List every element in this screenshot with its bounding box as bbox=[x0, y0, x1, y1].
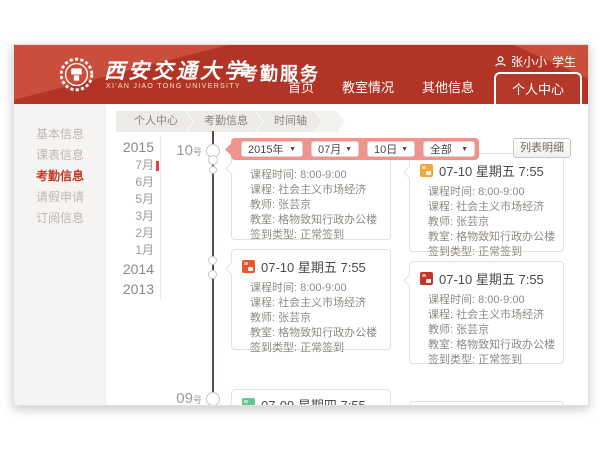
breadcrumb-personal-center[interactable]: 个人中心 bbox=[116, 111, 193, 132]
app-window: 西安交通大学 XI'AN JIAO TONG UNIVERSITY 考勤服务 张… bbox=[13, 44, 589, 406]
user-icon bbox=[495, 56, 506, 67]
sidebar: 基本信息 课表信息 考勤信息 请假申请 订阅信息 bbox=[14, 104, 106, 405]
user-role: 学生 bbox=[552, 53, 576, 70]
card-field-course-time: 课程时间: 8:00-9:00 bbox=[428, 293, 553, 308]
signin-status-icon bbox=[420, 164, 433, 177]
year-item-2014[interactable]: 2014 bbox=[118, 259, 154, 279]
user-menu[interactable]: 张小小 学生 bbox=[495, 53, 576, 70]
sidebar-item-basic-info[interactable]: 基本信息 bbox=[14, 124, 106, 145]
month-select[interactable]: 07月 ▼ bbox=[311, 141, 359, 157]
month-item-jul[interactable]: 7月 bbox=[118, 157, 154, 174]
timeline-node bbox=[208, 270, 217, 279]
timeline-node bbox=[208, 155, 218, 165]
nav-classrooms[interactable]: 教室情况 bbox=[328, 77, 408, 96]
attendance-card: 07-10 星期五 7:55 课程时间: 8:00-9:00 课程: 社会主义市… bbox=[231, 249, 391, 350]
scope-select[interactable]: 全部 ▼ bbox=[423, 141, 475, 157]
card-date: 07-10 星期五 7:55 bbox=[439, 161, 544, 180]
card-field-course: 课程: 社会主义市场经济 bbox=[428, 200, 553, 215]
card-field-signin-type: 签到类型: 正常签到 bbox=[428, 353, 553, 368]
breadcrumb-attendance-info[interactable]: 考勤信息 bbox=[186, 111, 263, 132]
user-name: 张小小 bbox=[511, 53, 547, 70]
month-item-jun[interactable]: 6月 bbox=[118, 174, 154, 191]
signin-status-icon bbox=[242, 260, 255, 273]
month-item-may[interactable]: 5月 bbox=[118, 191, 154, 208]
nav-home[interactable]: 首页 bbox=[274, 77, 328, 96]
filter-bar: 2015年 ▼ 07月 ▼ 10日 ▼ 全部 ▼ bbox=[231, 138, 479, 160]
card-field-course-time: 课程时间: 8:00-9:00 bbox=[250, 168, 380, 183]
sidebar-item-subscription-info[interactable]: 订阅信息 bbox=[14, 208, 106, 229]
filter-bar-arrow bbox=[225, 143, 238, 156]
sidebar-item-leave-request[interactable]: 请假申请 bbox=[14, 187, 106, 208]
day-label-09: 09号 bbox=[160, 390, 202, 406]
chevron-down-icon: ▼ bbox=[345, 146, 352, 153]
year-item-2015[interactable]: 2015 bbox=[118, 137, 154, 157]
nav-personal-center[interactable]: 个人中心 bbox=[494, 72, 582, 104]
attendance-card bbox=[409, 401, 564, 406]
card-field-signin-type: 签到类型: 正常签到 bbox=[250, 228, 380, 243]
timeline-node bbox=[206, 392, 220, 406]
timeline-node bbox=[208, 256, 217, 265]
year-select[interactable]: 2015年 ▼ bbox=[241, 141, 303, 157]
card-field-course-time: 课程时间: 8:00-9:00 bbox=[250, 281, 380, 296]
card-field-teacher: 教师: 张芸京 bbox=[250, 198, 380, 213]
attendance-card: 07-09 星期四 7:55 bbox=[231, 389, 391, 406]
card-notch bbox=[225, 162, 238, 175]
card-field-signin-type: 签到类型: 正常签到 bbox=[428, 245, 553, 260]
timeline-years-nav: 2015 7月 6月 5月 3月 2月 1月 2014 2013 bbox=[118, 137, 161, 299]
card-field-teacher: 教师: 张芸京 bbox=[428, 323, 553, 338]
card-date: 07-09 星期四 7:55 bbox=[261, 395, 366, 406]
university-logo-icon bbox=[59, 57, 94, 92]
card-field-course-time: 课程时间: 8:00-9:00 bbox=[428, 185, 553, 200]
card-field-teacher: 教师: 张芸京 bbox=[428, 215, 553, 230]
card-notch bbox=[403, 166, 416, 179]
breadcrumb: 个人中心 考勤信息 时间轴 bbox=[116, 111, 345, 132]
signin-status-icon bbox=[242, 398, 255, 406]
card-date: 07-10 星期五 7:55 bbox=[439, 269, 544, 288]
chevron-down-icon: ▼ bbox=[401, 146, 408, 153]
main-nav: 首页 教室情况 其他信息 个人中心 bbox=[274, 72, 582, 104]
day-label-10: 10号 bbox=[160, 142, 202, 159]
breadcrumb-timeline[interactable]: 时间轴 bbox=[256, 111, 322, 132]
timeline-node bbox=[209, 166, 217, 174]
card-field-course: 课程: 社会主义市场经济 bbox=[250, 183, 380, 198]
card-date: 07-10 星期五 7:55 bbox=[261, 257, 366, 276]
sidebar-item-attendance-info[interactable]: 考勤信息 bbox=[14, 166, 106, 187]
card-field-teacher: 教师: 张芸京 bbox=[250, 311, 380, 326]
card-field-signin-type: 签到类型: 正常签到 bbox=[250, 341, 380, 356]
chevron-down-icon: ▼ bbox=[289, 146, 296, 153]
day-select[interactable]: 10日 ▼ bbox=[367, 141, 415, 157]
sidebar-item-schedule-info[interactable]: 课表信息 bbox=[14, 145, 106, 166]
card-field-classroom: 教室: 格物致知行政办公楼 bbox=[250, 213, 380, 228]
university-name-cn: 西安交通大学 bbox=[104, 55, 248, 85]
month-item-jan[interactable]: 1月 bbox=[118, 242, 154, 259]
card-field-course: 课程: 社会主义市场经济 bbox=[250, 296, 380, 311]
attendance-card: 07-10 星期五 7:55 课程时间: 8:00-9:00 课程: 社会主义市… bbox=[409, 153, 564, 252]
current-month-marker bbox=[156, 161, 159, 171]
nav-other-info[interactable]: 其他信息 bbox=[408, 77, 488, 96]
chevron-down-icon: ▼ bbox=[461, 146, 468, 153]
card-field-course: 课程: 社会主义市场经济 bbox=[428, 308, 553, 323]
list-detail-button[interactable]: 列表明细 bbox=[513, 138, 571, 158]
card-notch bbox=[225, 402, 238, 406]
attendance-card: 07-10 星期五 7:55 课程时间: 8:00-9:00 课程: 社会主义市… bbox=[409, 261, 564, 364]
card-notch bbox=[403, 274, 416, 287]
card-field-classroom: 教室: 格物致知行政办公楼 bbox=[428, 338, 553, 353]
card-field-classroom: 教室: 格物致知行政办公楼 bbox=[428, 230, 553, 245]
card-notch bbox=[225, 262, 238, 275]
month-item-mar[interactable]: 3月 bbox=[118, 208, 154, 225]
card-field-classroom: 教室: 格物致知行政办公楼 bbox=[250, 326, 380, 341]
university-name-en: XI'AN JIAO TONG UNIVERSITY bbox=[106, 83, 241, 90]
signin-status-icon bbox=[420, 272, 433, 285]
month-item-feb[interactable]: 2月 bbox=[118, 225, 154, 242]
app-header: 西安交通大学 XI'AN JIAO TONG UNIVERSITY 考勤服务 张… bbox=[14, 45, 588, 104]
year-item-2013[interactable]: 2013 bbox=[118, 279, 154, 299]
